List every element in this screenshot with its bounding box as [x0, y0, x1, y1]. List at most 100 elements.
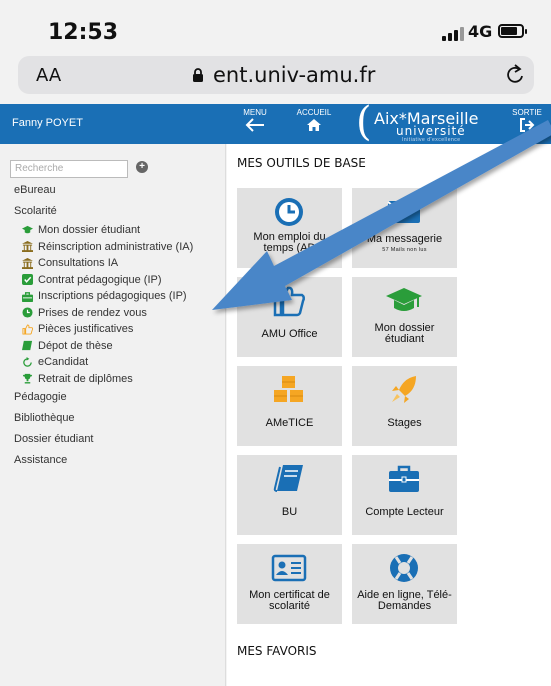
- sidebar-subitem-ecandidat[interactable]: eCandidat: [14, 354, 224, 371]
- main-content: MES OUTILS DE BASE Mon emploi du temps (…: [227, 144, 551, 686]
- institution-icon: [22, 257, 33, 269]
- status-bar: 12:53 4G: [0, 0, 551, 52]
- sidebar-item-bibliotheque[interactable]: Bibliothèque: [14, 408, 224, 429]
- tile-ametice[interactable]: AMeTICE: [237, 366, 342, 446]
- tile-aide-en-ligne[interactable]: Aide en ligne, Télé-Demandes: [352, 544, 457, 624]
- search-row: +: [10, 158, 148, 178]
- battery-icon: [498, 24, 527, 38]
- status-time: 12:53: [48, 20, 119, 45]
- tile-label: Compte Lecteur: [365, 506, 444, 518]
- sidebar-item-pedagogie[interactable]: Pédagogie: [14, 387, 224, 408]
- sidebar-subitem-retrait-diplomes[interactable]: Retrait de diplômes: [14, 371, 224, 388]
- tile-label: Ma messagerie: [366, 233, 443, 245]
- search-input[interactable]: [10, 159, 128, 178]
- sidebar-subitem-pieces[interactable]: Pièces justificatives: [14, 321, 224, 338]
- tile-stages[interactable]: Stages: [352, 366, 457, 446]
- user-name: Fanny POYET: [12, 117, 83, 129]
- clock-icon: [275, 198, 303, 226]
- clock-icon: [22, 307, 33, 318]
- sidebar-subitem-contrat[interactable]: Contrat pédagogique (IP): [14, 272, 224, 289]
- sidebar-subitem-label: Contrat pédagogique (IP): [38, 273, 162, 286]
- network-type: 4G: [468, 22, 493, 41]
- trophy-icon: [22, 374, 33, 384]
- briefcase-icon: [389, 465, 419, 492]
- sidebar-item-assistance[interactable]: Assistance: [14, 450, 224, 471]
- cubes-icon: [274, 376, 303, 402]
- reload-icon[interactable]: [504, 63, 528, 87]
- thumbs-up-icon: [273, 286, 306, 317]
- browser-bar: AA ent.univ-amu.fr: [0, 52, 551, 104]
- tile-bu[interactable]: BU: [237, 455, 342, 535]
- tile-emploi-du-temps[interactable]: Mon emploi du temps (AD: [237, 188, 342, 268]
- sidebar-subitem-rendez-vous[interactable]: Prises de rendez vous: [14, 305, 224, 322]
- sidebar-subitem-label: Pièces justificatives: [38, 323, 134, 335]
- rocket-icon: [392, 376, 416, 403]
- add-icon[interactable]: +: [136, 161, 148, 173]
- tile-label: Mon certificat de scolarité: [249, 589, 330, 612]
- ent-header: Fanny POYET MENU ACCUEIL ( Aix*Marseille…: [0, 102, 551, 144]
- book-icon: [22, 341, 33, 351]
- checkbox-icon: [22, 274, 33, 286]
- mail-icon: [387, 201, 421, 223]
- sidebar-subitem-label: Retrait de diplômes: [38, 372, 133, 385]
- thumbs-up-icon: [22, 324, 33, 335]
- book-icon: [273, 465, 303, 492]
- sidebar-item-scolarite[interactable]: Scolarité: [14, 201, 224, 222]
- logout-icon: [520, 118, 535, 132]
- logout-label: SORTIE: [512, 108, 542, 117]
- arrow-left-icon: [245, 118, 264, 132]
- logo-line3: Initiative d'excellence: [402, 137, 461, 143]
- lifebuoy-icon: [390, 554, 418, 582]
- tools-section-title: MES OUTILS DE BASE: [237, 156, 366, 170]
- bag-icon: [22, 291, 33, 302]
- sidebar: + eBureau Scolarité Mon dossier étudiant…: [0, 144, 226, 686]
- graduation-cap-icon: [386, 288, 422, 311]
- tile-label: AMU Office: [261, 328, 318, 340]
- home-icon: [307, 119, 321, 131]
- sidebar-item-dossier-etudiant[interactable]: Dossier étudiant: [14, 429, 224, 450]
- sidebar-subitem-label: Réinscription administrative (IA): [38, 240, 194, 253]
- logout-button[interactable]: SORTIE: [506, 108, 548, 142]
- home-label: ACCUEIL: [296, 108, 332, 117]
- sidebar-menu: eBureau Scolarité Mon dossier étudiant R…: [14, 180, 224, 471]
- tile-compte-lecteur[interactable]: Compte Lecteur: [352, 455, 457, 535]
- sidebar-subitem-depot-these[interactable]: Dépot de thèse: [14, 338, 224, 355]
- tile-label: Stages: [387, 417, 422, 429]
- tile-amu-office[interactable]: AMU Office: [237, 277, 342, 357]
- sidebar-subitem-consultations[interactable]: Consultations IA: [14, 255, 224, 272]
- address-bar[interactable]: AA ent.univ-amu.fr: [18, 56, 534, 94]
- amu-logo[interactable]: ( Aix*Marseille université Initiative d'…: [356, 102, 502, 143]
- graduation-cap-icon: [22, 225, 33, 233]
- sidebar-subitem-label: Mon dossier étudiant: [38, 224, 141, 236]
- sidebar-subitem-inscriptions-pedago[interactable]: Inscriptions pédagogiques (IP): [14, 288, 224, 305]
- favorites-section-title: MES FAVORIS: [237, 644, 317, 658]
- tile-certificat[interactable]: Mon certificat de scolarité: [237, 544, 342, 624]
- tile-dossier-etudiant[interactable]: Mon dossier étudiant: [352, 277, 457, 357]
- sidebar-item-ebureau[interactable]: eBureau: [14, 180, 224, 201]
- sidebar-subitem-label: Prises de rendez vous: [38, 306, 147, 319]
- institution-icon: [22, 241, 33, 253]
- tile-label: BU: [281, 506, 298, 518]
- text-size-button[interactable]: AA: [36, 65, 61, 86]
- unread-count: 57 Mails non lus: [382, 247, 427, 253]
- sidebar-subitem-label: Dépot de thèse: [38, 339, 113, 352]
- sidebar-subitem-label: Consultations IA: [38, 257, 119, 269]
- tile-messagerie[interactable]: Ma messagerie 57 Mails non lus: [352, 188, 457, 268]
- menu-label: MENU: [243, 108, 267, 117]
- lock-icon: [193, 68, 203, 82]
- sidebar-subitem-label: Inscriptions pédagogiques (IP): [38, 290, 187, 302]
- logo-bracket: (: [356, 99, 372, 145]
- url-text[interactable]: ent.univ-amu.fr: [213, 63, 375, 87]
- refresh-icon: [23, 356, 32, 367]
- id-card-icon: [271, 554, 307, 582]
- home-button[interactable]: ACCUEIL: [293, 108, 335, 142]
- logo-line2: université: [396, 124, 466, 138]
- tile-label: Mon dossier étudiant: [374, 322, 435, 345]
- sidebar-subitem-reinscription[interactable]: Réinscription administrative (IA): [14, 239, 224, 256]
- tile-label: Mon emploi du temps (AD: [253, 231, 326, 254]
- tile-label: Aide en ligne, Télé-Demandes: [357, 589, 452, 612]
- sidebar-subitem-label: eCandidat: [38, 356, 89, 368]
- signal-icon: [442, 27, 464, 41]
- sidebar-subitem-mon-dossier[interactable]: Mon dossier étudiant: [14, 222, 224, 239]
- menu-button[interactable]: MENU: [240, 108, 270, 142]
